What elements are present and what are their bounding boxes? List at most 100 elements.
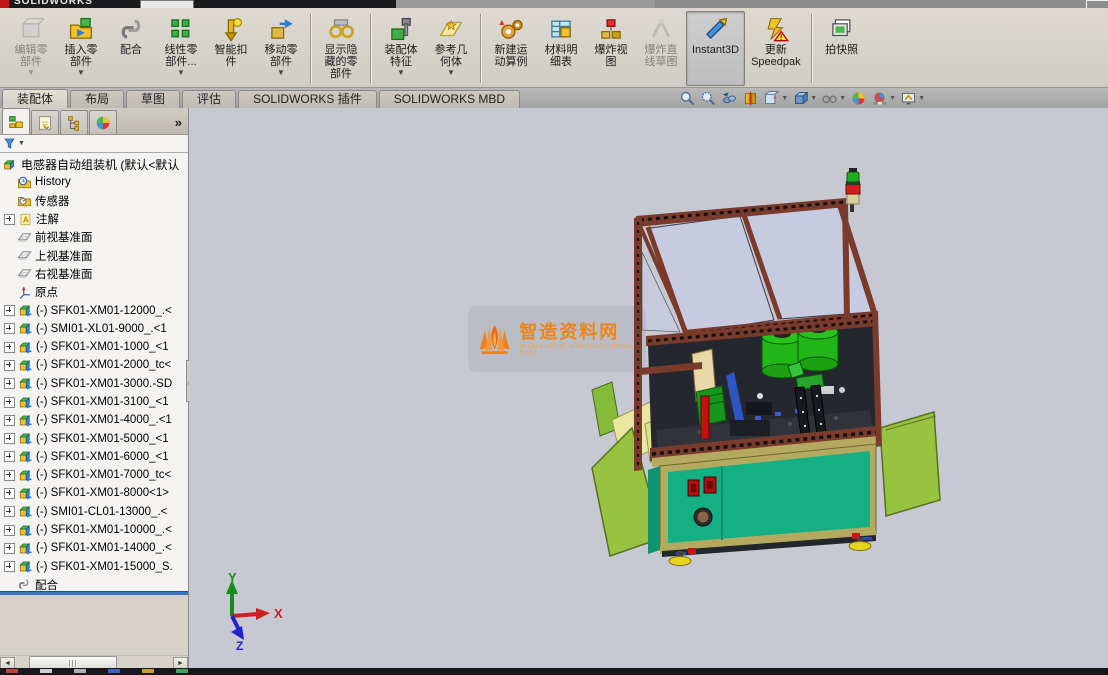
smart-fasteners-button[interactable]: 智能扣件: [206, 11, 256, 86]
tree-item[interactable]: A注解: [0, 210, 188, 228]
linear-pattern-button[interactable]: 线性零部件...▼: [156, 11, 206, 86]
expand-plus-icon[interactable]: [4, 506, 15, 517]
button-label: 图: [606, 56, 617, 68]
dropdown-arrow-icon[interactable]: ▼: [447, 69, 455, 77]
previous-view-button[interactable]: [720, 89, 739, 107]
featuremanager-icon: [7, 113, 25, 131]
tree-item[interactable]: 前视基准面: [0, 228, 188, 246]
tree-item[interactable]: (-) SFK01-XM01-2000_tc<: [0, 356, 188, 374]
ribbon-tab-装配体[interactable]: 装配体: [2, 89, 68, 108]
expand-plus-icon[interactable]: [4, 415, 15, 426]
tree-item[interactable]: History: [0, 173, 188, 191]
expand-plus-icon[interactable]: [4, 433, 15, 444]
filter-caret[interactable]: ▼: [18, 140, 25, 147]
tree-item[interactable]: 原点: [0, 283, 188, 301]
dropdown-arrow-icon[interactable]: ▼: [889, 95, 896, 102]
motion-study-button[interactable]: 新建运动算例: [486, 11, 536, 86]
zoom-to-area-button[interactable]: [699, 89, 718, 107]
tree-item[interactable]: (-) SFK01-XM01-15000_S.: [0, 558, 188, 576]
toolbar-separator: [811, 14, 813, 83]
tree-item[interactable]: (-) SFK01-XM01-4000_.<1: [0, 411, 188, 429]
expand-plus-icon[interactable]: [4, 543, 15, 554]
button-label: 线性零: [165, 44, 198, 56]
reference-geometry-button[interactable]: 参考几何体▼: [426, 11, 476, 86]
mate-button[interactable]: 配合: [106, 11, 156, 86]
dropdown-arrow-icon[interactable]: ▼: [277, 69, 285, 77]
bom-button[interactable]: 材料明细表: [536, 11, 586, 86]
exploded-view-button[interactable]: 爆炸视图: [586, 11, 636, 86]
view-settings-button[interactable]: ▼: [899, 89, 926, 107]
insert-component-button[interactable]: 插入零部件▼: [56, 11, 106, 86]
tree-item[interactable]: (-) SFK01-XM01-7000_tc<: [0, 466, 188, 484]
tree-item-label: History: [35, 176, 71, 188]
tree-item[interactable]: (-) SFK01-XM01-8000<1>: [0, 484, 188, 502]
dropdown-arrow-icon[interactable]: ▼: [27, 69, 35, 77]
expand-plus-icon[interactable]: [4, 360, 15, 371]
expand-plus-icon[interactable]: [4, 214, 15, 225]
tree-item[interactable]: (-) SFK01-XM01-3100_<1: [0, 393, 188, 411]
apply-scene-button[interactable]: ▼: [870, 89, 897, 107]
snapshot-button[interactable]: 拍快照: [817, 11, 867, 86]
tree-item[interactable]: 上视基准面: [0, 246, 188, 264]
graphics-area[interactable]: 智造资料网 INTELLIGENT MANUFACTURING DATA Y X…: [189, 108, 1108, 668]
command-manager: 编辑零部件▼插入零部件▼配合线性零部件...▼智能扣件移动零部件▼显示隐藏的零部…: [0, 8, 1108, 88]
tree-item[interactable]: (-) SFK01-XM01-3000.-SD: [0, 375, 188, 393]
expand-plus-icon[interactable]: [4, 488, 15, 499]
ribbon-tab-评估[interactable]: 评估: [182, 90, 236, 108]
expand-plus-icon[interactable]: [4, 470, 15, 481]
edit-appearance-button[interactable]: [849, 89, 868, 107]
expand-plus-icon[interactable]: [4, 561, 15, 572]
dropdown-arrow-icon[interactable]: ▼: [810, 95, 817, 102]
tree-item[interactable]: 右视基准面: [0, 265, 188, 283]
section-view-button[interactable]: [741, 89, 760, 107]
filter-icon[interactable]: [3, 137, 16, 150]
expand-plus-icon[interactable]: [4, 342, 15, 353]
dropdown-arrow-icon[interactable]: ▼: [177, 69, 185, 77]
update-speedpak-button[interactable]: !更新Speedpak: [745, 11, 807, 86]
move-component-button[interactable]: 移动零部件▼: [256, 11, 306, 86]
tree-item[interactable]: (-) SFK01-XM01-12000_.<: [0, 301, 188, 319]
part-icon: [18, 431, 33, 446]
expand-plus-icon[interactable]: [4, 397, 15, 408]
expand-plus-icon[interactable]: [4, 305, 15, 316]
ribbon-tab-草图[interactable]: 草图: [126, 90, 180, 108]
assembly-features-button[interactable]: 装配体特征▼: [376, 11, 426, 86]
hide-show-items-button[interactable]: ▼: [820, 89, 847, 107]
dropdown-arrow-icon[interactable]: ▼: [77, 69, 85, 77]
dropdown-arrow-icon[interactable]: ▼: [839, 95, 846, 102]
expand-plus-icon[interactable]: [4, 323, 15, 334]
zoom-to-fit-button[interactable]: [678, 89, 697, 107]
display-style-button[interactable]: ▼: [791, 89, 818, 107]
ribbon-tab-SOLIDWORKS 插件[interactable]: SOLIDWORKS 插件: [238, 90, 377, 108]
tree-item[interactable]: (-) SFK01-XM01-6000_<1: [0, 448, 188, 466]
tree-item[interactable]: (-) SFK01-XM01-1000_<1: [0, 338, 188, 356]
tree-item[interactable]: (-) SFK01-XM01-14000_.<: [0, 539, 188, 557]
panel-tab-featuremanager[interactable]: [2, 108, 30, 134]
tree-item[interactable]: 传感器: [0, 192, 188, 210]
ribbon-tab-布局[interactable]: 布局: [70, 90, 124, 108]
expand-plus-icon[interactable]: [4, 451, 15, 462]
show-hidden-button[interactable]: 显示隐藏的零部件: [316, 11, 366, 86]
expand-plus-icon[interactable]: [4, 525, 15, 536]
panel-tab-configurationmanager[interactable]: [60, 110, 88, 134]
move-component-icon: [268, 16, 294, 42]
tree-item[interactable]: (-) SMI01-CL01-13000_.<: [0, 503, 188, 521]
tree-item[interactable]: (-) SFK01-XM01-5000_<1: [0, 429, 188, 447]
panel-tab-displaymanager[interactable]: [89, 110, 117, 134]
tree-item[interactable]: (-) SMI01-XL01-9000_.<1: [0, 320, 188, 338]
expand-plus-icon[interactable]: [4, 378, 15, 389]
dropdown-arrow-icon[interactable]: ▼: [781, 95, 788, 102]
ribbon-tab-SOLIDWORKS MBD[interactable]: SOLIDWORKS MBD: [379, 90, 520, 108]
dropdown-arrow-icon[interactable]: ▼: [397, 69, 405, 77]
tree-item[interactable]: (-) SFK01-XM01-10000_.<: [0, 521, 188, 539]
machine-3d-model[interactable]: [189, 108, 1108, 668]
orientation-triad: Y X Z: [218, 570, 288, 650]
view-orientation-button[interactable]: +▼: [762, 89, 789, 107]
tree-item[interactable]: 配合: [0, 576, 188, 591]
instant3d-button[interactable]: Instant3D: [686, 11, 745, 86]
tree-root-item[interactable]: 电感器自动组装机 (默认<默认: [0, 155, 188, 173]
panel-tab-propertymanager[interactable]: [31, 110, 59, 134]
dropdown-arrow-icon[interactable]: ▼: [918, 95, 925, 102]
part-icon: [18, 468, 33, 483]
panel-expand-chevron[interactable]: »: [175, 112, 182, 134]
